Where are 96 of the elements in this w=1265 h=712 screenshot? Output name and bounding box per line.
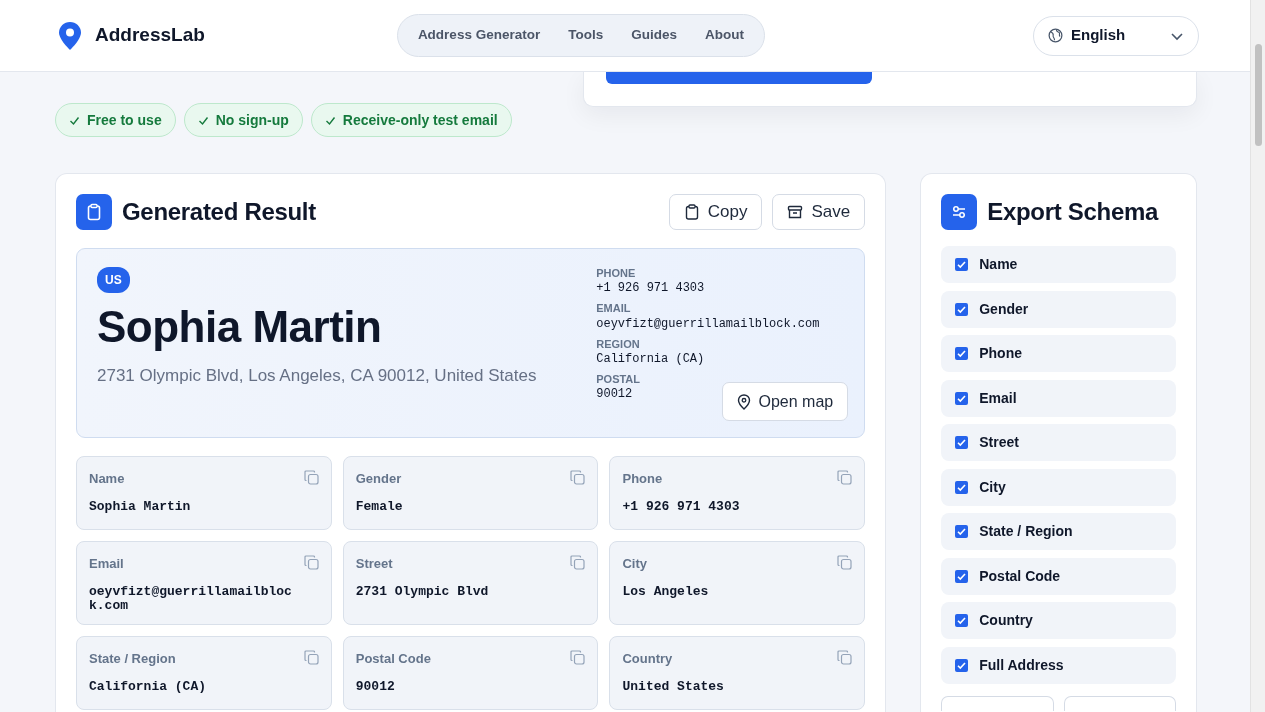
field-label: Street (355, 555, 393, 573)
nav-link[interactable]: Guides (617, 19, 691, 52)
field-value: oeyvfizt@guerrillamailblock.com (89, 584, 293, 615)
schema-option[interactable]: Postal Code (941, 557, 1176, 595)
field-label: City (622, 555, 648, 573)
option-label: Gender (979, 299, 1029, 319)
checkbox[interactable] (955, 347, 969, 360)
sliders-icon (941, 194, 978, 230)
map-pin-icon (736, 393, 751, 410)
checkbox[interactable] (955, 258, 969, 271)
option-label: State / Region (979, 522, 1073, 541)
open-map-button[interactable]: Open map (721, 382, 849, 421)
field-value: United States (622, 679, 724, 695)
feature-badge: Receive-only test email (310, 103, 512, 137)
detail-value: +1 926 971 4303 (596, 280, 705, 297)
field-label: Name (89, 470, 125, 488)
globe-icon (1048, 28, 1063, 43)
clipboard-icon (76, 194, 112, 230)
field-value: Female (355, 499, 403, 515)
option-label: Country (979, 611, 1033, 630)
copy-icon[interactable] (837, 650, 853, 666)
detail-label: REGION (596, 337, 640, 351)
checkbox[interactable] (955, 436, 969, 449)
checkbox[interactable] (955, 569, 969, 583)
nav-link[interactable]: About (690, 19, 758, 52)
save-button[interactable]: Save (772, 194, 866, 230)
option-label: Full Address (979, 655, 1064, 675)
copy-icon[interactable] (303, 650, 319, 666)
schema-option[interactable]: Street (941, 424, 1176, 461)
field-label: Gender (355, 470, 402, 488)
copy-icon[interactable] (570, 650, 586, 666)
schema-option[interactable]: Email (941, 379, 1176, 417)
copy-button[interactable]: Copy (668, 194, 763, 230)
schema-option[interactable]: City (941, 468, 1176, 506)
field-label: Email (89, 555, 124, 573)
option-label: Name (979, 255, 1018, 274)
option-label: Phone (979, 344, 1022, 363)
feature-badge: No sign-up (183, 103, 303, 137)
schema-option[interactable]: Gender (941, 290, 1176, 328)
schema-option[interactable]: Name (941, 246, 1176, 283)
field-label: Postal Code (355, 650, 431, 669)
schema-option[interactable]: Full Address (941, 646, 1176, 684)
scrollbar-thumb[interactable] (1255, 44, 1262, 146)
copy-icon[interactable] (570, 555, 586, 570)
copy-icon[interactable] (303, 470, 319, 485)
scrollbar[interactable] (1250, 0, 1265, 712)
export-button[interactable] (1063, 695, 1176, 711)
feature-badge: Free to use (55, 103, 176, 137)
field-value: 2731 Olympic Blvd (355, 584, 489, 600)
check-icon (69, 114, 80, 126)
person-name: Sophia Martin (97, 303, 383, 352)
check-icon (197, 114, 209, 126)
detail-label: PHONE (596, 267, 636, 281)
field-value: California (CA) (89, 679, 207, 695)
checkbox[interactable] (955, 614, 969, 627)
check-icon (324, 114, 336, 126)
checkbox[interactable] (955, 480, 969, 494)
brand-name[interactable]: AddressLab (95, 21, 205, 50)
copy-icon[interactable] (570, 470, 586, 485)
field-value: 90012 (355, 679, 395, 695)
copy-icon[interactable] (837, 555, 853, 570)
field-value: Los Angeles (622, 584, 709, 600)
checkbox[interactable] (955, 391, 969, 405)
language-select[interactable]: English (1033, 15, 1199, 56)
detail-value: oeyvfizt@guerrillamailblock.com (596, 315, 820, 332)
copy-icon[interactable] (303, 555, 319, 570)
archive-box-icon (787, 204, 804, 220)
country-badge: US (97, 267, 130, 293)
field-value: Sophia Martin (89, 499, 191, 515)
detail-label: EMAIL (596, 302, 631, 316)
field-label: Phone (622, 470, 663, 488)
checkbox[interactable] (955, 658, 969, 672)
card-title: Generated Result (122, 197, 316, 227)
clipboard-icon (683, 204, 700, 220)
schema-option[interactable]: State / Region (941, 513, 1176, 550)
checkbox[interactable] (955, 302, 969, 316)
checkbox[interactable] (955, 525, 969, 538)
nav-link[interactable]: Tools (554, 19, 618, 52)
option-label: Email (979, 388, 1017, 408)
field-label: Country (622, 650, 673, 669)
full-address: 2731 Olympic Blvd, Los Angeles, CA 90012, United States (97, 365, 538, 388)
export-button[interactable] (941, 695, 1054, 711)
field-label: State / Region (89, 650, 176, 669)
nav-link[interactable]: Address Generator (403, 19, 555, 52)
schema-option[interactable]: Phone (941, 335, 1176, 372)
option-label: City (979, 477, 1006, 497)
detail-value: California (CA) (596, 350, 705, 368)
field-value: +1 926 971 4303 (622, 499, 740, 515)
detail-value: 90012 (596, 386, 633, 403)
copy-icon[interactable] (837, 470, 853, 485)
option-label: Street (979, 433, 1019, 452)
detail-label: POSTAL (596, 373, 641, 387)
card-title: Export Schema (987, 197, 1159, 227)
map-pin-icon (59, 21, 81, 50)
schema-option[interactable]: Country (941, 602, 1176, 639)
option-label: Postal Code (979, 566, 1061, 586)
